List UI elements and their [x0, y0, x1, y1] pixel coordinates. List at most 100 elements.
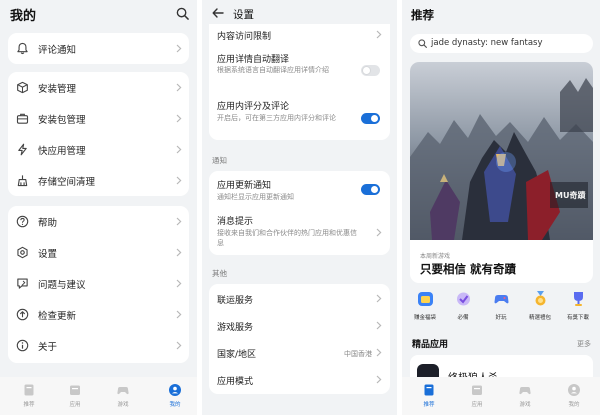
- menu-item-settings[interactable]: 设置: [8, 237, 189, 268]
- gamepad-icon: [117, 387, 129, 395]
- menu-item-install-manage[interactable]: 安装管理: [8, 72, 189, 103]
- medal-icon: [535, 291, 545, 306]
- nav-tab-me[interactable]: 我的: [559, 383, 589, 408]
- menu-item-check-update[interactable]: 检查更新: [8, 299, 189, 330]
- chevron-right-icon: [176, 341, 182, 350]
- chevron-right-icon: [376, 294, 382, 303]
- section-notify-label: 通知: [212, 156, 227, 165]
- category-essentials[interactable]: 必備: [448, 290, 478, 321]
- setting-auto-translate: 应用详情自动翻译 根据系统语言自动翻译应用详情介绍: [209, 46, 390, 88]
- category-fun[interactable]: 好玩: [486, 290, 516, 321]
- recommend-panel: 推荐 jade dynasty: new fantasy MU奇蹟 本周新游戏 …: [402, 0, 600, 415]
- settings-card-notify: 应用更新通知 通知栏显示应用更新通知 消息提示 接收来自我们和合作伙伴的热门应用…: [209, 171, 390, 255]
- money-bag-icon: [417, 292, 433, 306]
- nav-tab-recommend[interactable]: 推荐: [14, 383, 44, 408]
- setting-in-app-rating: 应用内评分及评论 开启后，可在第三方应用内评分和评论: [209, 92, 390, 138]
- category-gift-pack[interactable]: 精選禮包: [525, 290, 555, 321]
- setting-country-region[interactable]: 国家/地区 中国香港: [209, 338, 390, 365]
- chevron-right-icon: [176, 217, 182, 226]
- chevron-right-icon: [176, 279, 182, 288]
- section-other-label: 其他: [212, 269, 227, 278]
- briefcase-icon: [16, 113, 29, 124]
- essentials-icon: [456, 292, 470, 306]
- profile-icon: [568, 384, 580, 396]
- search-query: jade dynasty: new fantasy: [431, 38, 543, 48]
- setting-update-notify: 应用更新通知 通知栏显示应用更新通知: [209, 171, 390, 207]
- in-app-rating-toggle[interactable]: [361, 113, 380, 124]
- nav-tab-apps[interactable]: 应用: [462, 383, 492, 408]
- featured-more-link[interactable]: 更多: [577, 339, 591, 349]
- menu-item-quick-app-manage[interactable]: 快应用管理: [8, 134, 189, 165]
- menu-item-about[interactable]: 关于: [8, 330, 189, 361]
- bell-icon: [17, 42, 28, 55]
- settings-panel: 设置 内容访问限制 应用详情自动翻译 根据系统语言自动翻译应用详情介绍 应用内评…: [202, 0, 397, 415]
- chevron-right-icon: [376, 30, 382, 39]
- chevron-right-icon: [176, 310, 182, 319]
- recommend-icon: [24, 384, 34, 396]
- apps-icon: [70, 385, 80, 395]
- banner-tag: 本周新游戏: [420, 253, 451, 260]
- menu-item-comment-notify[interactable]: 评论通知: [8, 33, 189, 64]
- recommend-icon: [424, 384, 434, 396]
- category-download-reward[interactable]: 有獎下載: [563, 290, 593, 321]
- menu-item-help[interactable]: 帮助: [8, 206, 189, 237]
- nav-tab-me[interactable]: 我的: [160, 383, 190, 408]
- apps-icon: [472, 385, 482, 395]
- nav-tab-recommend[interactable]: 推荐: [414, 383, 444, 408]
- setting-app-mode[interactable]: 应用模式: [209, 365, 390, 392]
- storage-icon: [17, 175, 28, 187]
- settings-card-other: 联运服务 游戏服务 国家/地区 中国香港 应用模式: [209, 284, 390, 394]
- chevron-right-icon: [376, 228, 382, 237]
- search-icon: [418, 39, 427, 48]
- setting-game-service[interactable]: 游戏服务: [209, 311, 390, 338]
- bottom-nav: 推荐 应用 游戏 我的: [0, 377, 197, 415]
- setting-content-restriction[interactable]: 内容访问限制: [209, 24, 390, 44]
- update-notify-toggle[interactable]: [361, 184, 380, 195]
- search-bar[interactable]: jade dynasty: new fantasy: [410, 34, 593, 53]
- manage-card: 安装管理 安装包管理 快应用管理 存储空间清理: [8, 72, 189, 196]
- menu-item-feedback[interactable]: 问题与建议: [8, 268, 189, 299]
- setting-message-tips[interactable]: 消息提示 接收来自我们和合作伙伴的热门应用和优惠信息: [209, 209, 390, 255]
- help-card: 帮助 设置 问题与建议 检查更新 关于: [8, 206, 189, 363]
- chevron-right-icon: [176, 83, 182, 92]
- chevron-right-icon: [176, 44, 182, 53]
- me-header: 我的: [0, 0, 197, 28]
- me-panel: 我的 评论通知 安装管理 安装包管理 快应用管理 存储空间清理 帮助 设置 问题…: [0, 0, 197, 415]
- back-arrow-icon[interactable]: [212, 8, 224, 18]
- game-logo: MU奇蹟: [555, 190, 585, 200]
- package-icon: [17, 81, 28, 94]
- page-title: 推荐: [411, 8, 434, 22]
- trophy-icon: [573, 292, 583, 306]
- settings-card-general: 内容访问限制 应用详情自动翻译 根据系统语言自动翻译应用详情介绍 应用内评分及评…: [209, 24, 390, 140]
- page-title: 设置: [233, 9, 254, 21]
- menu-item-storage-clean[interactable]: 存储空间清理: [8, 165, 189, 196]
- gamepad-icon: [519, 387, 531, 395]
- menu-item-package-manage[interactable]: 安装包管理: [8, 103, 189, 134]
- bottom-nav: 推荐 应用 游戏 我的: [402, 377, 600, 415]
- nav-tab-apps[interactable]: 应用: [60, 383, 90, 408]
- setting-joint-operation[interactable]: 联运服务: [209, 284, 390, 311]
- gamepad-icon: [494, 295, 508, 304]
- chevron-right-icon: [376, 348, 382, 357]
- auto-translate-toggle[interactable]: [361, 65, 380, 76]
- chevron-right-icon: [376, 375, 382, 384]
- game-banner-image: MU奇蹟: [410, 62, 593, 240]
- chevron-right-icon: [176, 176, 182, 185]
- notify-card: 评论通知: [8, 33, 189, 64]
- featured-banner[interactable]: MU奇蹟 本周新游戏 只要相信 就有奇蹟: [410, 62, 593, 283]
- profile-icon: [169, 384, 181, 396]
- country-region-value: 中国香港: [344, 350, 372, 358]
- search-icon[interactable]: [176, 7, 189, 20]
- nav-tab-games[interactable]: 游戏: [108, 383, 138, 408]
- banner-headline: 只要相信 就有奇蹟: [420, 262, 517, 276]
- help-icon: [16, 215, 29, 228]
- feedback-icon: [17, 278, 28, 289]
- chevron-right-icon: [176, 145, 182, 154]
- lightning-icon: [18, 143, 27, 156]
- nav-tab-games[interactable]: 游戏: [510, 383, 540, 408]
- category-money-bag[interactable]: 赚金福袋: [410, 290, 440, 321]
- category-shortcuts: 赚金福袋 必備 好玩 精選禮包 有獎下載: [408, 290, 596, 328]
- chevron-right-icon: [376, 321, 382, 330]
- refresh-icon: [16, 308, 29, 321]
- info-icon: [16, 339, 29, 352]
